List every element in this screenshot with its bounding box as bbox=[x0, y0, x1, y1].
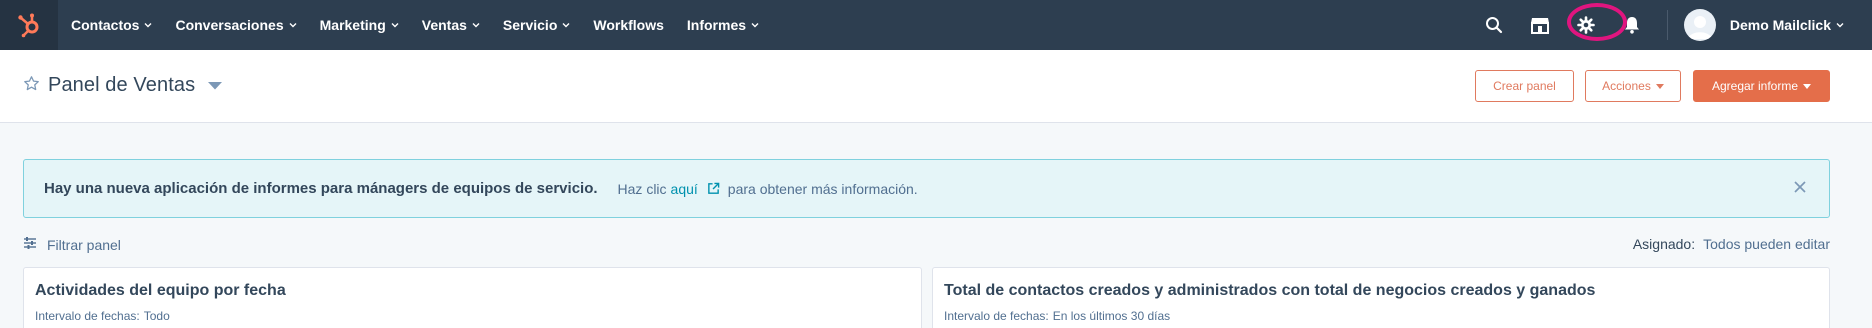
create-dashboard-button[interactable]: Crear panel bbox=[1475, 70, 1574, 102]
nav-item-label: Conversaciones bbox=[175, 17, 284, 33]
chevron-down-icon bbox=[289, 22, 297, 28]
report-date-range: Intervalo de fechas: Todo bbox=[35, 309, 170, 323]
nav-item-label: Workflows bbox=[593, 17, 664, 33]
avatar[interactable] bbox=[1683, 9, 1716, 41]
nav-item-marketing[interactable]: Marketing bbox=[320, 17, 399, 33]
nav-utilities: Demo Mailclick bbox=[1471, 0, 1872, 50]
assigned-permission-link[interactable]: Todos pueden editar bbox=[1703, 236, 1830, 252]
account-menu[interactable]: Demo Mailclick bbox=[1730, 17, 1844, 33]
filter-dashboard-label: Filtrar panel bbox=[47, 237, 121, 253]
nav-item-conversaciones[interactable]: Conversaciones bbox=[175, 17, 297, 33]
chevron-down-icon bbox=[472, 22, 480, 28]
alert-headline: Hay una nueva aplicación de informes par… bbox=[44, 180, 598, 197]
nav-item-informes[interactable]: Informes bbox=[687, 17, 759, 33]
date-range-value: En los últimos 30 días bbox=[1052, 309, 1171, 323]
assigned-label: Asignado: bbox=[1632, 236, 1696, 252]
report-title[interactable]: Total de contactos creados y administrad… bbox=[944, 282, 1595, 300]
date-range-value: Todo bbox=[143, 309, 170, 323]
caret-down-icon bbox=[1655, 83, 1664, 89]
hubspot-logo-icon[interactable] bbox=[0, 0, 58, 50]
nav-item-contactos[interactable]: Contactos bbox=[71, 17, 152, 33]
chevron-down-icon bbox=[144, 22, 152, 28]
alert-text-after: para obtener más información. bbox=[727, 180, 918, 197]
nav-item-label: Informes bbox=[686, 17, 747, 33]
close-icon[interactable] bbox=[1793, 180, 1807, 194]
report-title[interactable]: Actividades del equipo por fecha bbox=[35, 282, 286, 300]
actions-button[interactable]: Acciones bbox=[1585, 70, 1681, 102]
nav-item-servicio[interactable]: Servicio bbox=[503, 17, 570, 33]
add-report-button[interactable]: Agregar informe bbox=[1693, 70, 1830, 102]
actions-label: Acciones bbox=[1602, 79, 1651, 93]
report-card: Actividades del equipo por fecha Interva… bbox=[23, 267, 922, 328]
account-name: Demo Mailclick bbox=[1729, 17, 1831, 33]
caret-down-icon bbox=[1803, 83, 1812, 89]
search-icon[interactable] bbox=[1471, 0, 1517, 50]
nav-item-label: Servicio bbox=[502, 17, 558, 33]
settings-icon[interactable] bbox=[1563, 0, 1609, 50]
alert-link[interactable]: aquí bbox=[671, 181, 698, 197]
report-date-range: Intervalo de fechas: En los últimos 30 dí… bbox=[944, 309, 1170, 323]
top-navigation: Contactos Conversaciones Marketing Venta… bbox=[0, 0, 1872, 50]
main-menu: Contactos Conversaciones Marketing Venta… bbox=[71, 17, 782, 33]
notifications-icon[interactable] bbox=[1609, 0, 1655, 50]
chevron-down-icon bbox=[562, 22, 570, 28]
nav-divider bbox=[1666, 10, 1668, 40]
add-report-label: Agregar informe bbox=[1711, 79, 1799, 93]
filter-sliders-icon bbox=[23, 236, 37, 254]
marketplace-icon[interactable] bbox=[1517, 0, 1563, 50]
page-title: Panel de Ventas bbox=[48, 74, 196, 96]
nav-item-label: Ventas bbox=[421, 17, 467, 33]
caret-down-icon[interactable] bbox=[207, 81, 223, 91]
chevron-down-icon bbox=[751, 22, 759, 28]
alert-text-before: Haz clic bbox=[617, 180, 667, 197]
star-icon[interactable] bbox=[23, 75, 40, 97]
external-link-icon bbox=[707, 182, 720, 195]
date-range-label: Intervalo de fechas: bbox=[35, 309, 140, 323]
date-range-label: Intervalo de fechas: bbox=[944, 309, 1049, 323]
nav-item-workflows[interactable]: Workflows bbox=[593, 17, 664, 33]
nav-item-ventas[interactable]: Ventas bbox=[422, 17, 480, 33]
filter-dashboard-button[interactable]: Filtrar panel bbox=[23, 236, 121, 254]
dashboard-header: Panel de Ventas Crear panel Acciones Agr… bbox=[0, 50, 1872, 123]
assigned-info: Asignado: Todos pueden editar bbox=[1633, 236, 1830, 252]
chevron-down-icon bbox=[1836, 22, 1844, 28]
chevron-down-icon bbox=[391, 22, 399, 28]
info-alert: Hay una nueva aplicación de informes par… bbox=[23, 159, 1830, 218]
nav-item-label: Marketing bbox=[319, 17, 386, 33]
nav-item-label: Contactos bbox=[71, 17, 140, 33]
dashboard-title-area: Panel de Ventas bbox=[23, 74, 223, 97]
report-card: Total de contactos creados y administrad… bbox=[932, 267, 1830, 328]
create-dashboard-label: Crear panel bbox=[1493, 79, 1556, 93]
